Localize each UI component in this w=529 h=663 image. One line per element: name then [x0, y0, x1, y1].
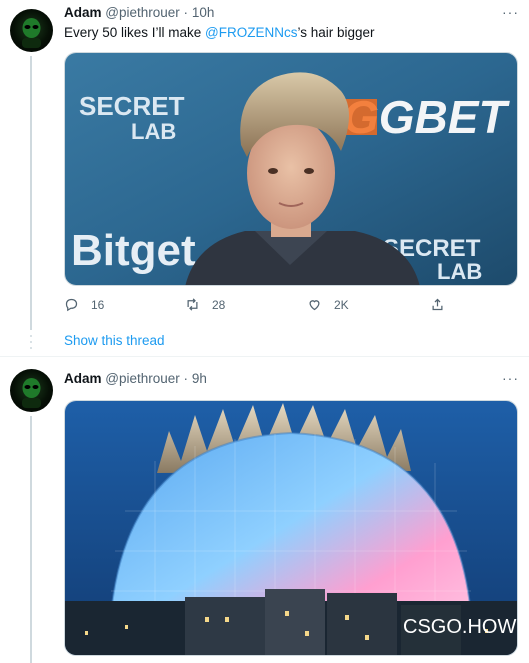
like-count: 2K — [334, 297, 349, 312]
thread-gap-dot — [30, 335, 32, 337]
tweet-actions: 16 28 2K — [64, 297, 518, 317]
banner-text: LAB — [437, 259, 482, 284]
tweet-photo[interactable]: CSGO.HOW — [64, 400, 518, 656]
share-icon — [432, 298, 443, 311]
tweet-divider — [0, 356, 529, 357]
thread-gap-dot — [30, 341, 32, 343]
header-separator: · — [183, 5, 189, 20]
thread-connector-line — [30, 56, 32, 330]
more-icon[interactable]: ··· — [502, 370, 519, 386]
tweet-text: Every 50 likes I’ll make @FROZENNcs’s ha… — [64, 25, 375, 40]
retweet-count: 28 — [212, 297, 226, 312]
thread-gap-dot — [30, 347, 32, 349]
like-button[interactable]: 2K — [307, 297, 349, 312]
retweet-button[interactable]: 28 — [185, 297, 225, 312]
author-handle[interactable]: @piethrouer — [105, 5, 180, 20]
share-button[interactable] — [430, 297, 457, 312]
retweet-icon — [187, 298, 198, 311]
watermark-text: CSGO.HOW — [403, 616, 516, 638]
tweet-header: Adam @piethrouer · 10h — [64, 5, 214, 20]
header-separator: · — [183, 371, 189, 386]
banner-text: Bitget — [71, 226, 196, 275]
reply-icon — [65, 298, 78, 312]
alien-avatar-icon — [22, 18, 41, 48]
show-thread-link[interactable]: Show this thread — [64, 333, 165, 348]
photo-graphic: CSGO.HOW — [65, 401, 517, 655]
author-name[interactable]: Adam — [64, 371, 102, 386]
author-handle[interactable]: @piethrouer — [105, 371, 180, 386]
reply-count: 16 — [91, 297, 105, 312]
tweet-timestamp[interactable]: 9h — [192, 371, 207, 386]
alien-avatar-icon — [22, 378, 41, 408]
tweet-header: Adam @piethrouer · 9h — [64, 371, 207, 386]
mention-link[interactable]: @FROZENNcs — [205, 25, 297, 40]
reply-button[interactable]: 16 — [64, 297, 104, 312]
photo-graphic: SECRET LAB GGBET Bitget SECRET LAB — [65, 53, 517, 285]
banner-text: SECRET — [79, 91, 185, 121]
author-name[interactable]: Adam — [64, 5, 102, 20]
tweet-text-part: ’s hair bigger — [297, 25, 375, 40]
banner-text: LAB — [131, 119, 176, 144]
like-icon — [309, 300, 320, 311]
avatar[interactable] — [10, 369, 53, 412]
tweet-photo[interactable]: SECRET LAB GGBET Bitget SECRET LAB — [64, 52, 518, 286]
thread-connector-line — [30, 416, 32, 663]
avatar[interactable] — [10, 9, 53, 52]
more-icon[interactable]: ··· — [502, 4, 519, 20]
tweet-timestamp[interactable]: 10h — [192, 5, 215, 20]
tweet-text-part: Every 50 likes I’ll make — [64, 25, 206, 40]
